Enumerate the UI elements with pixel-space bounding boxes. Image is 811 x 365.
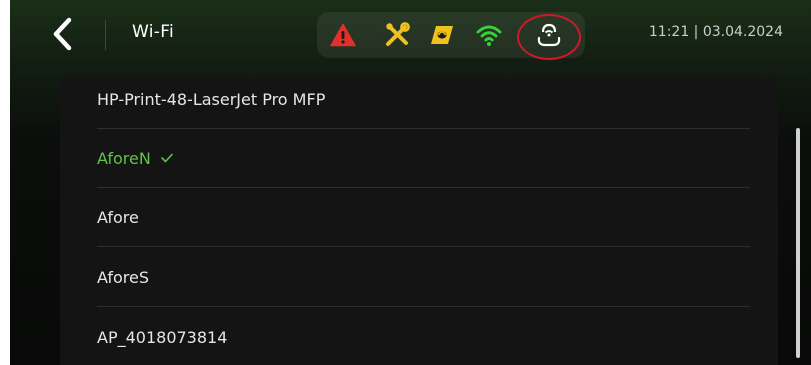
list-item-wifi-network[interactable]: AP_4018073814 xyxy=(97,308,750,365)
list-item-wifi-network[interactable]: AforeS xyxy=(97,248,750,307)
wifi-network-list[interactable]: HP-Print-48-LaserJet Pro MFP AforeN Afor… xyxy=(60,78,778,365)
scrollbar[interactable] xyxy=(796,128,800,358)
warning-icon[interactable] xyxy=(329,22,357,48)
list-item-wifi-network[interactable]: AforeN xyxy=(97,129,750,188)
service-tools-icon[interactable] xyxy=(383,22,411,48)
header-divider xyxy=(105,20,106,50)
datetime: 11:21 | 03.04.2024 xyxy=(648,24,783,40)
wifi-signal-icon[interactable] xyxy=(475,22,503,48)
highlight-circle xyxy=(517,14,581,60)
chevron-left-icon xyxy=(53,17,72,51)
top-bar: Wi-Fi 11:21 | 03.04.2024 xyxy=(10,0,811,72)
wifi-settings-screen: Wi-Fi 11:21 | 03.04.2024 HP-Print-48-Las… xyxy=(10,0,811,365)
page-title: Wi-Fi xyxy=(132,22,175,42)
network-name: Afore xyxy=(97,207,139,227)
network-name: AP_4018073814 xyxy=(97,328,228,347)
network-name: HP-Print-48-LaserJet Pro MFP xyxy=(97,89,326,109)
list-item-wifi-network[interactable]: HP-Print-48-LaserJet Pro MFP xyxy=(97,70,750,129)
network-name: AforeS xyxy=(97,267,150,287)
network-name: AforeN xyxy=(97,148,151,168)
list-item-wifi-network[interactable]: Afore xyxy=(97,188,750,247)
checkmark-icon xyxy=(161,153,173,163)
back-button[interactable] xyxy=(44,14,80,54)
compressor-icon[interactable] xyxy=(428,22,456,48)
